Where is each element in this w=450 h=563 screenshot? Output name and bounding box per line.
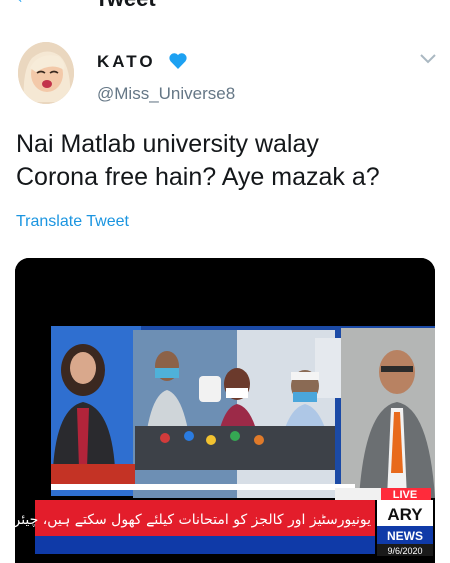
user-handle[interactable]: @Miss_Universe8 [97,84,235,104]
tweet-text: Nai Matlab university walay Corona free … [16,128,436,194]
tweet-media-video[interactable]: LIVE یونیورسٹیز اور کالجز کو امتحانات کی… [15,258,435,563]
verified-heart-icon [169,53,187,69]
channel-logo-top: ARY [387,505,423,524]
display-name[interactable]: KATO [97,52,156,72]
tweet-text-line: Corona free hain? Aye mazak a? [16,163,380,191]
back-arrow-icon[interactable]: ← [14,0,34,9]
top-bar: ← Tweet [0,0,450,11]
live-label: LIVE [393,489,417,501]
page-title: Tweet [95,0,156,12]
translate-tweet-link[interactable]: Translate Tweet [16,213,129,231]
broadcast-date: 9/6/2020 [387,546,422,556]
channel-logo-bottom: NEWS [387,529,423,543]
avatar[interactable] [18,42,74,104]
memoji-avatar-icon [18,42,74,104]
news-broadcast-frame: LIVE یونیورسٹیز اور کالجز کو امتحانات کی… [15,258,435,563]
tweet-text-line: Nai Matlab university walay [16,130,319,158]
chevron-down-icon[interactable] [418,52,438,66]
ticker-urdu-text: یونیورسٹیز اور کالجز کو امتحانات کیلئے ک… [15,512,371,528]
